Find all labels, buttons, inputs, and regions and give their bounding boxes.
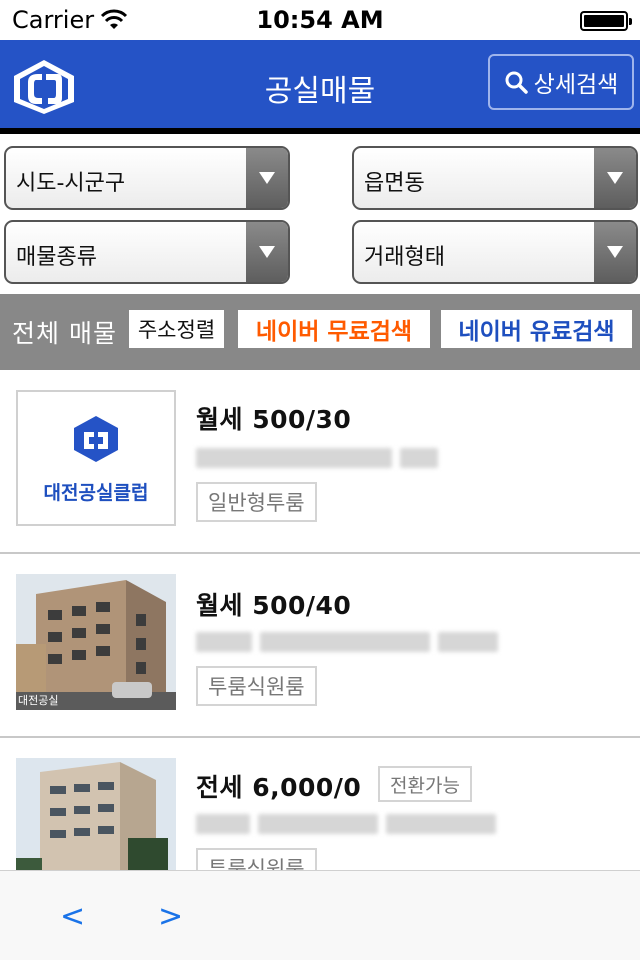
sort-bar: 전체 매물 주소정렬 네이버 무료검색 네이버 유료검색: [0, 294, 640, 370]
listing-thumbnail: 대전공실: [16, 574, 176, 710]
all-listings-label: 전체 매물: [12, 319, 117, 348]
status-bar: Carrier 10:54 AM: [0, 0, 640, 40]
property-type-select-label: 매물종류: [16, 245, 97, 270]
listing-price: 전세 6,000/0: [196, 773, 362, 802]
address-sort-button[interactable]: 주소정렬: [129, 310, 224, 348]
listing-price: 월세 500/30: [196, 405, 352, 434]
company-logo-text: 대전공실클럽: [43, 482, 149, 504]
chevron-down-icon: [246, 148, 288, 208]
bottom-toolbar: < >: [0, 870, 640, 960]
convertible-badge: 전환가능: [378, 766, 472, 802]
property-type-select[interactable]: 매물종류: [4, 220, 290, 284]
listing-item[interactable]: 대전공실 월세 500/40 투룸식원룸: [0, 554, 640, 738]
detail-search-button[interactable]: 상세검색: [488, 54, 634, 110]
deal-type-select-label: 거래형태: [364, 245, 445, 270]
naver-paid-search-button[interactable]: 네이버 유료검색: [441, 310, 632, 348]
listing-price: 월세 500/40: [196, 591, 352, 620]
town-select-label: 읍면동: [364, 171, 425, 196]
listing-type-tag: 투룸식원룸: [196, 666, 317, 706]
deal-type-select[interactable]: 거래형태: [352, 220, 638, 284]
photo-caption: 대전공실: [18, 694, 59, 707]
detail-search-label: 상세검색: [533, 72, 619, 98]
search-icon: [505, 71, 528, 94]
nav-bar: 공실매물 상세검색: [0, 40, 640, 128]
naver-free-search-button[interactable]: 네이버 무료검색: [238, 310, 430, 348]
back-button[interactable]: <: [60, 899, 85, 934]
listing-item[interactable]: 대전공실클럽 월세 500/30 일반형투룸: [0, 370, 640, 554]
filter-panel: 시도-시군구 읍면동 매물종류 거래형태: [0, 134, 640, 294]
forward-button[interactable]: >: [158, 899, 183, 934]
listing-address-redacted: [196, 814, 504, 838]
listing-address-redacted: [196, 448, 446, 472]
chevron-down-icon: [246, 222, 288, 282]
chevron-down-icon: [594, 148, 636, 208]
region-select-label: 시도-시군구: [16, 171, 126, 196]
listing-thumbnail: 대전공실클럽: [16, 390, 176, 526]
listing-address-redacted: [196, 632, 506, 656]
town-select[interactable]: 읍면동: [352, 146, 638, 210]
building-photo: [16, 574, 176, 710]
chevron-down-icon: [594, 222, 636, 282]
listing-type-tag: 일반형투룸: [196, 482, 317, 522]
clock: 10:54 AM: [256, 6, 384, 34]
region-select[interactable]: 시도-시군구: [4, 146, 290, 210]
battery-icon: [580, 11, 632, 31]
